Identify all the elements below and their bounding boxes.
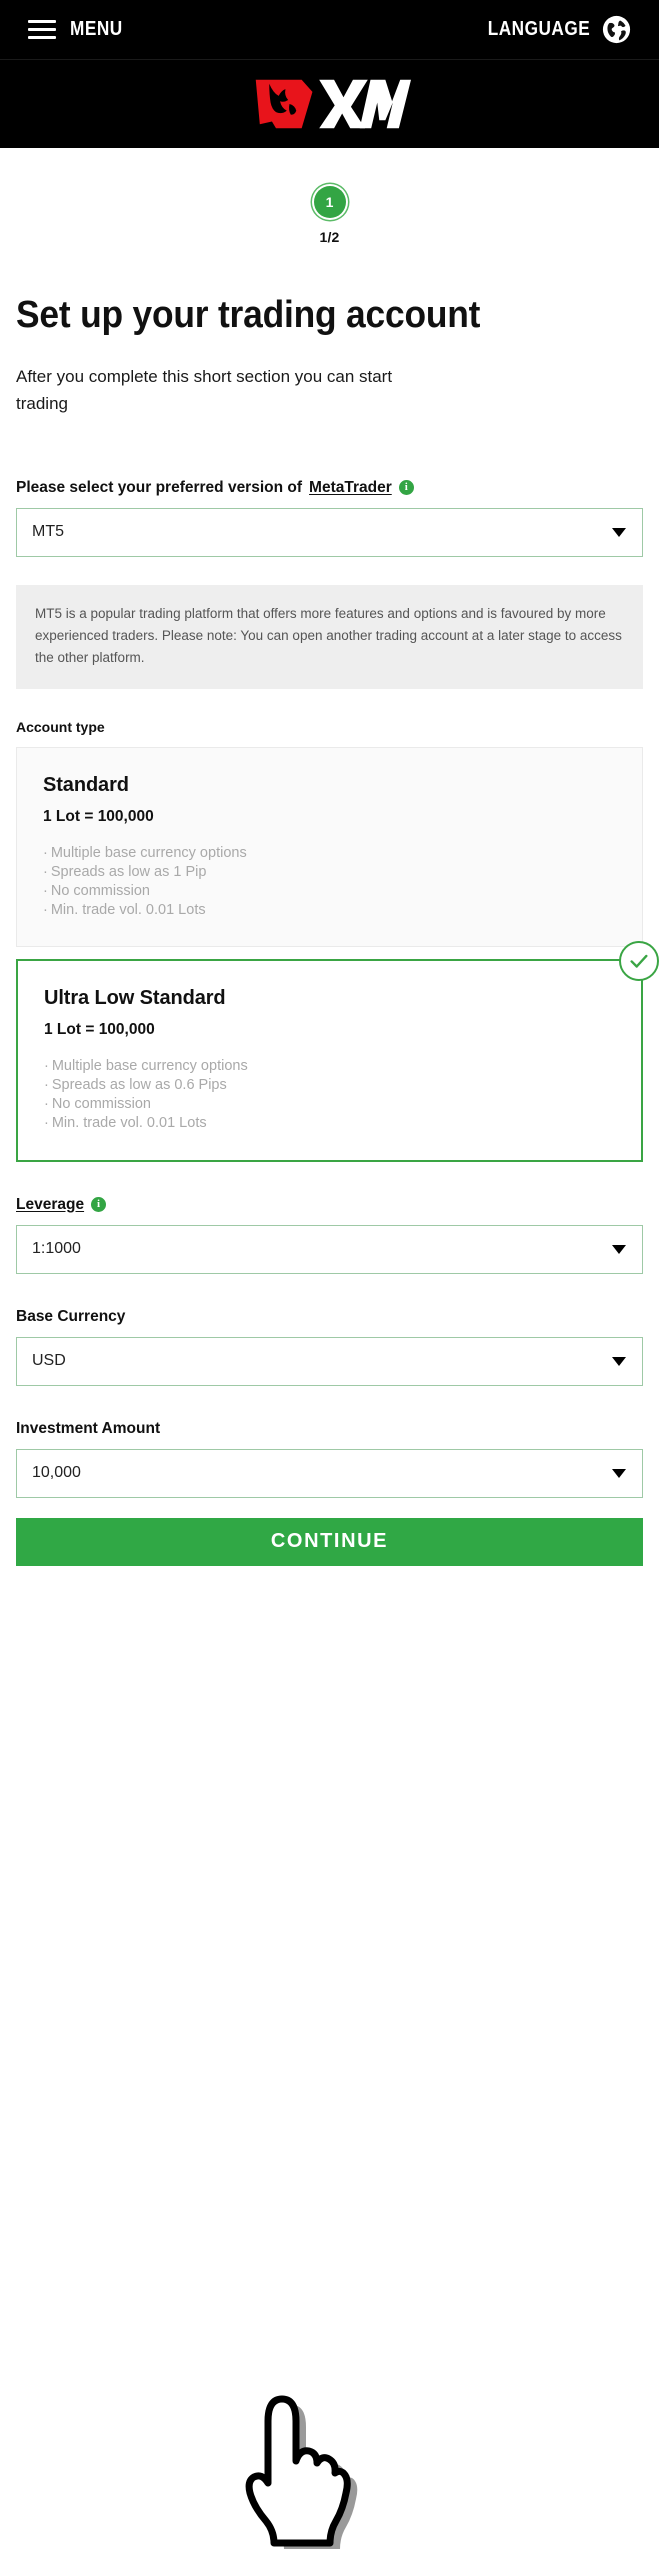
menu-button[interactable]: MENU xyxy=(28,18,131,41)
feature-item: Multiple base currency options xyxy=(43,844,617,863)
base-currency-select[interactable]: USD xyxy=(16,1336,643,1386)
account-lot-size: 1 Lot = 100,000 xyxy=(43,807,154,825)
account-features: Multiple base currency options Spreads a… xyxy=(44,1057,616,1134)
account-features: Multiple base currency options Spreads a… xyxy=(43,844,617,921)
platform-label: Please select your preferred version of … xyxy=(16,479,643,497)
investment-amount-select[interactable]: 10,000 xyxy=(16,1448,643,1498)
brand-logo-band xyxy=(0,60,659,148)
leverage-label: Leverage i xyxy=(16,1196,643,1214)
platform-select[interactable]: MT5 xyxy=(16,507,643,557)
chevron-down-icon[interactable] xyxy=(612,1356,626,1366)
chevron-down-icon[interactable] xyxy=(612,1244,626,1254)
info-icon[interactable]: i xyxy=(91,1197,107,1213)
page-title: Set up your trading account xyxy=(16,294,481,336)
base-currency-field: Base Currency USD xyxy=(16,1308,643,1386)
platform-note-box: MT5 is a popular trading platform that o… xyxy=(16,584,643,689)
chevron-down-icon[interactable] xyxy=(612,527,626,537)
check-icon xyxy=(630,954,648,968)
base-currency-label-text: Base Currency xyxy=(16,1307,126,1325)
page-subtitle: After you complete this short section yo… xyxy=(16,367,393,413)
investment-amount-field: Investment Amount 10,000 xyxy=(16,1420,643,1498)
leverage-field: Leverage i 1:1000 xyxy=(16,1196,643,1274)
signup-page: MENU LANGUAGE 1 1/2 Set up your trading … xyxy=(0,0,659,2560)
platform-note-text: MT5 is a popular trading platform that o… xyxy=(35,605,622,665)
step-counter-label: 1/2 xyxy=(319,229,340,245)
account-lot-size: 1 Lot = 100,000 xyxy=(44,1021,155,1039)
leverage-select[interactable]: 1:1000 xyxy=(16,1224,643,1274)
xm-logo[interactable] xyxy=(249,77,411,131)
feature-item: Spreads as low as 0.6 Pips xyxy=(44,1076,616,1095)
platform-select-value: MT5 xyxy=(32,523,64,541)
metatrader-link[interactable]: MetaTrader xyxy=(309,479,392,497)
main-content: Set up your trading account After you co… xyxy=(0,291,659,1566)
investment-amount-label-text: Investment Amount xyxy=(16,1419,161,1437)
language-button[interactable]: LANGUAGE xyxy=(471,15,631,44)
selected-check-badge xyxy=(619,941,659,982)
feature-item: Min. trade vol. 0.01 Lots xyxy=(44,1114,616,1133)
pointing-hand-cursor xyxy=(245,2395,358,2549)
feature-item: Spreads as low as 1 Pip xyxy=(43,863,617,882)
feature-item: No commission xyxy=(43,882,617,901)
platform-field: Please select your preferred version of … xyxy=(16,479,643,557)
account-name: Standard xyxy=(43,773,129,796)
continue-button[interactable]: CONTINUE xyxy=(16,1517,643,1566)
chevron-down-icon[interactable] xyxy=(612,1468,626,1478)
menu-label: MENU xyxy=(70,18,123,40)
progress-indicator: 1 1/2 xyxy=(0,148,659,245)
feature-item: No commission xyxy=(44,1095,616,1114)
account-name: Ultra Low Standard xyxy=(44,987,226,1010)
globe-icon[interactable] xyxy=(602,15,631,44)
language-label: LANGUAGE xyxy=(487,18,590,40)
info-icon[interactable]: i xyxy=(398,480,414,496)
leverage-label-text[interactable]: Leverage xyxy=(16,1196,84,1214)
top-navigation-bar: MENU LANGUAGE xyxy=(0,0,659,60)
feature-item: Multiple base currency options xyxy=(44,1057,616,1076)
leverage-select-value: 1:1000 xyxy=(32,1240,81,1258)
account-type-label: Account type xyxy=(16,718,105,735)
investment-amount-label: Investment Amount xyxy=(16,1420,643,1438)
base-currency-select-value: USD xyxy=(32,1352,66,1370)
investment-amount-select-value: 10,000 xyxy=(32,1464,81,1482)
hamburger-icon[interactable] xyxy=(28,20,56,39)
xm-logo-icon xyxy=(255,79,411,129)
feature-item: Min. trade vol. 0.01 Lots xyxy=(43,901,617,920)
account-type-card-ultra-low-standard[interactable]: Ultra Low Standard 1 Lot = 100,000 Multi… xyxy=(16,941,659,1162)
platform-label-prefix: Please select your preferred version of xyxy=(16,478,303,496)
base-currency-label: Base Currency xyxy=(16,1308,643,1326)
account-type-card-standard[interactable]: Standard 1 Lot = 100,000 Multiple base c… xyxy=(16,746,643,948)
step-circle-current: 1 xyxy=(313,186,346,218)
